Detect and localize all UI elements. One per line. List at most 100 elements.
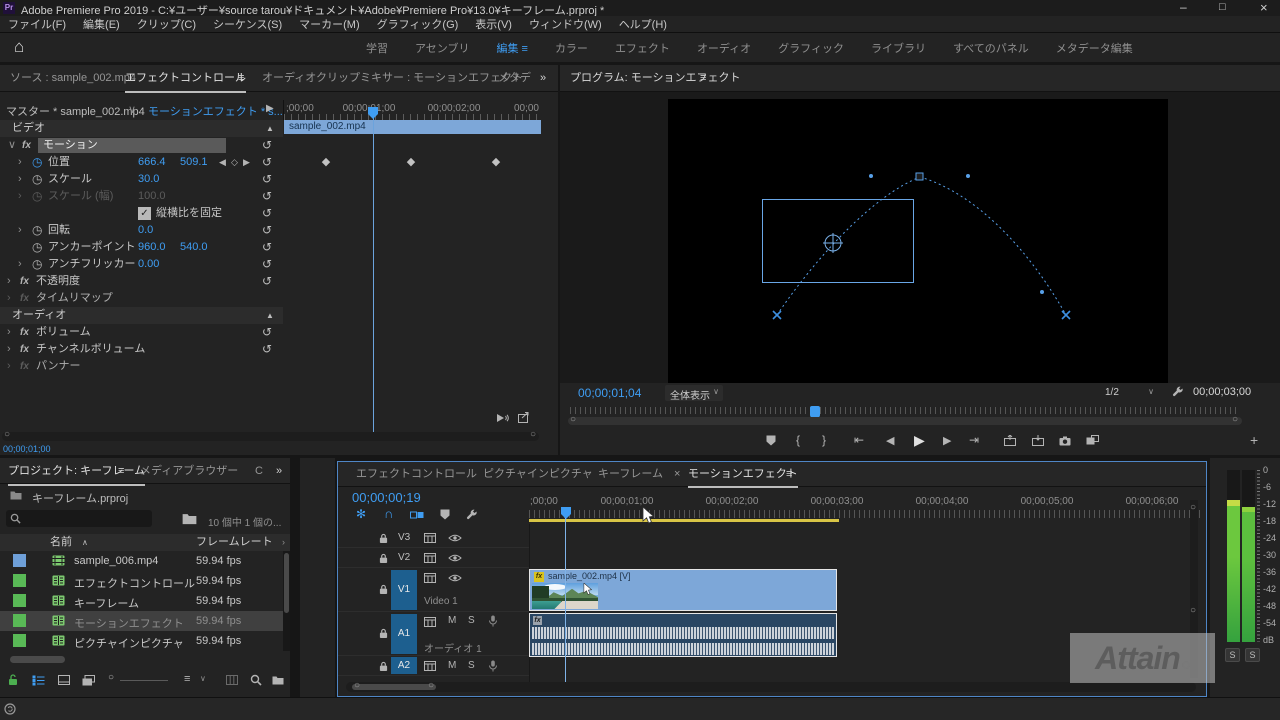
- project-table-header[interactable]: 名前 ∧ フレームレート ›: [0, 534, 290, 551]
- track-label-v3[interactable]: V3: [398, 532, 410, 543]
- timeline-hscrollbar[interactable]: ○ ○: [346, 682, 1196, 692]
- track-target-a1[interactable]: A1: [391, 614, 417, 654]
- menu-edit[interactable]: 編集(E): [83, 16, 120, 32]
- antiflicker-value[interactable]: 0.00: [138, 256, 159, 273]
- project-row-sample006[interactable]: sample_006.mp4 59.94 fps: [0, 551, 290, 571]
- track-header-v2[interactable]: V2: [338, 548, 529, 568]
- track-target-v1[interactable]: V1: [391, 570, 417, 610]
- track-target-a2[interactable]: A2: [391, 657, 417, 674]
- reset-icon[interactable]: ↺: [262, 137, 272, 154]
- voiceover-mic-icon[interactable]: [488, 615, 498, 627]
- expander-icon[interactable]: ∨: [8, 137, 16, 154]
- search-input[interactable]: [6, 510, 152, 527]
- writable-unlock-icon[interactable]: [8, 674, 18, 686]
- motion-effect-name[interactable]: モーション: [38, 138, 226, 153]
- tab-source[interactable]: ソース : sample_002.mp4: [10, 65, 136, 91]
- sort-icon[interactable]: ≡: [184, 673, 190, 685]
- expander-icon[interactable]: ›: [18, 222, 22, 239]
- workspace-tab-learn[interactable]: 学習: [366, 40, 388, 56]
- project-row-effectcontrols[interactable]: エフェクトコントロール 59.94 fps: [0, 571, 290, 591]
- anchor-x-value[interactable]: 960.0: [138, 239, 166, 256]
- motion-path-overlay[interactable]: [668, 99, 1168, 383]
- voiceover-mic-icon[interactable]: [488, 660, 498, 672]
- source-patch-icon[interactable]: [424, 661, 436, 671]
- reset-icon[interactable]: ↺: [262, 188, 272, 205]
- menu-window[interactable]: ウィンドウ(W): [529, 16, 602, 32]
- stopwatch-icon[interactable]: ◷: [32, 256, 42, 273]
- effect-row-aspect[interactable]: ✓ 縦横比を固定 ↺: [0, 205, 283, 222]
- source-patch-icon[interactable]: [424, 573, 436, 583]
- collapse-icon[interactable]: ▲: [266, 120, 274, 137]
- aspect-checkbox[interactable]: ✓: [138, 207, 151, 220]
- minimize-button[interactable]: –: [1180, 0, 1187, 14]
- keyframe-icon[interactable]: ◆: [492, 155, 500, 168]
- rotation-value[interactable]: 0.0: [138, 222, 153, 239]
- scale-value[interactable]: 30.0: [138, 171, 159, 188]
- track-name-audio1[interactable]: オーディオ 1: [424, 640, 482, 655]
- workspace-tab-libraries[interactable]: ライブラリ: [871, 40, 926, 56]
- mute-button[interactable]: M: [448, 615, 456, 626]
- reset-icon[interactable]: ↺: [262, 273, 272, 290]
- menu-marker[interactable]: マーカー(M): [299, 16, 360, 32]
- label-color-swatch[interactable]: [13, 594, 26, 607]
- lock-icon[interactable]: [379, 584, 388, 595]
- collapse-icon[interactable]: ▲: [266, 307, 274, 324]
- stopwatch-icon[interactable]: ◷: [32, 171, 42, 188]
- work-area-bar[interactable]: [529, 519, 839, 522]
- scroll-handle-icon[interactable]: ○: [1190, 502, 1196, 513]
- comparison-view-icon[interactable]: [1086, 435, 1099, 445]
- stopwatch-icon[interactable]: ◷: [32, 239, 42, 256]
- expander-icon[interactable]: ›: [7, 273, 11, 290]
- workspace-tab-effects[interactable]: エフェクト: [615, 40, 670, 56]
- path-handle-dot[interactable]: [869, 174, 873, 178]
- close-tab-icon[interactable]: ×: [674, 462, 680, 486]
- sort-chevron-icon[interactable]: ∨: [200, 674, 206, 683]
- workspace-tab-metadata[interactable]: メタデータ編集: [1056, 40, 1133, 56]
- reset-icon[interactable]: ↺: [262, 205, 272, 222]
- timeline-clip-video[interactable]: fx sample_002.mp4 [V]: [529, 569, 837, 611]
- video-section-header[interactable]: ビデオ ▲: [0, 120, 283, 137]
- menu-view[interactable]: 表示(V): [475, 16, 512, 32]
- linked-selection-icon[interactable]: [410, 510, 424, 520]
- menu-help[interactable]: ヘルプ(H): [619, 16, 667, 32]
- effect-row-motion[interactable]: ∨ fx モーション ↺: [0, 137, 283, 154]
- scroll-handle-icon[interactable]: ○: [4, 429, 10, 440]
- add-marker-icon[interactable]: [440, 509, 450, 520]
- mute-button[interactable]: M: [448, 660, 456, 671]
- path-mid-keyframe-icon[interactable]: [916, 173, 923, 180]
- prev-keyframe-icon[interactable]: ◀: [219, 154, 226, 171]
- tab-effect-controls[interactable]: エフェクトコントロール: [125, 65, 246, 93]
- effect-row-opacity[interactable]: › fx 不透明度 ↺: [0, 273, 283, 290]
- tab-media-browser[interactable]: メディアブラウザー: [140, 458, 238, 484]
- label-color-swatch[interactable]: [13, 614, 26, 627]
- scroll-handle-icon[interactable]: ○: [570, 414, 576, 425]
- reset-icon[interactable]: ↺: [262, 341, 272, 358]
- column-framerate[interactable]: フレームレート: [196, 534, 273, 551]
- effect-row-scale[interactable]: › ◷ スケール 30.0 ↺: [0, 171, 283, 188]
- lock-icon[interactable]: [379, 661, 388, 672]
- mark-out-icon[interactable]: }: [822, 433, 826, 447]
- audio-section-header[interactable]: オーディオ ▲: [0, 307, 283, 324]
- effect-row-rotation[interactable]: › ◷ 回転 0.0 ↺: [0, 222, 283, 239]
- project-hscroll-thumb[interactable]: [10, 656, 65, 663]
- source-patch-icon[interactable]: [424, 553, 436, 563]
- effect-row-volume[interactable]: › fx ボリューム ↺: [0, 324, 283, 341]
- workspace-tab-audio[interactable]: オーディオ: [697, 40, 751, 56]
- anchor-y-value[interactable]: 540.0: [180, 239, 208, 256]
- item-name[interactable]: ピクチャインピクチャ: [74, 635, 184, 651]
- project-vscrollbar[interactable]: [283, 551, 290, 651]
- play-button[interactable]: ▶: [914, 432, 925, 449]
- track-label-v2[interactable]: V2: [398, 552, 410, 563]
- track-visibility-eye-icon[interactable]: [448, 554, 462, 562]
- label-color-swatch[interactable]: [13, 634, 26, 647]
- reset-icon[interactable]: ↺: [262, 239, 272, 256]
- reset-icon[interactable]: ↺: [262, 256, 272, 273]
- lock-icon[interactable]: [379, 628, 388, 639]
- reset-icon[interactable]: ↺: [262, 324, 272, 341]
- panel-menu-icon[interactable]: ≡: [118, 458, 124, 484]
- solo-right-button[interactable]: S: [1245, 648, 1260, 662]
- tab-effect-controls-seq[interactable]: エフェクトコントロール: [356, 462, 477, 486]
- label-color-swatch[interactable]: [13, 574, 26, 587]
- item-name[interactable]: モーションエフェクト: [74, 615, 184, 631]
- menu-graphics[interactable]: グラフィック(G): [377, 16, 459, 32]
